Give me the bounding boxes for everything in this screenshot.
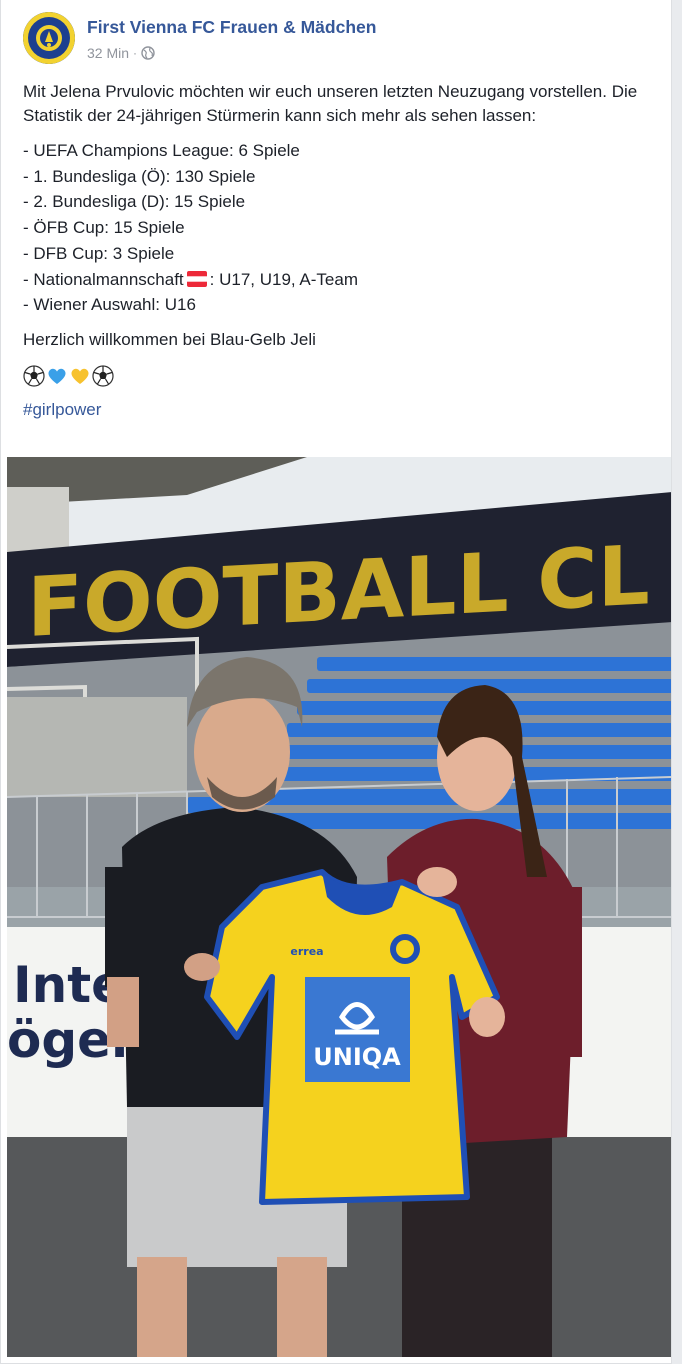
page-name-link[interactable]: First Vienna FC Frauen & Mädchen: [87, 17, 376, 38]
yellow-heart-icon: [71, 368, 89, 384]
globe-icon[interactable]: [141, 46, 155, 60]
page-avatar[interactable]: [23, 12, 75, 64]
post-photo[interactable]: FOOTBALL CL UNIQA errea: [7, 457, 671, 1357]
blue-heart-icon: [48, 368, 66, 384]
stat-line: - UEFA Champions League: 6 Spiele: [23, 141, 300, 160]
meta-separator: ·: [133, 46, 138, 60]
stat-line: - ÖFB Cup: 15 Spiele: [23, 218, 185, 238]
post-body: Mit Jelena Prvulovic möchten wir euch un…: [23, 80, 653, 422]
post-intro-text: Mit Jelena Prvulovic möchten wir euch un…: [23, 82, 638, 125]
national-suffix: : U17, U19, A-Team: [209, 269, 358, 289]
stat-line: - 2. Bundesliga (D): 15 Spiele: [23, 192, 246, 212]
stats-list: - UEFA Champions League: 6 Spiele - 1. B…: [23, 138, 653, 318]
stat-line: - DFB Cup: 3 Spiele: [23, 243, 175, 263]
national-prefix: - Nationalmannschaft: [23, 269, 184, 289]
welcome-text: Herzlich willkommen bei Blau-Gelb Jeli: [23, 329, 316, 349]
facebook-post: First Vienna FC Frauen & Mädchen 32 Min …: [0, 0, 672, 1364]
soccer-ball-icon: [92, 365, 114, 387]
austria-flag-icon: [186, 270, 207, 287]
post-meta: 32 Min ·: [87, 45, 155, 61]
club-logo-icon: [23, 12, 75, 64]
hashtag-link[interactable]: #girlpower: [23, 398, 653, 422]
stat-line: - 1. Bundesliga (Ö): 130 Spiele: [23, 166, 256, 186]
jersey-brand-text: errea: [290, 945, 323, 958]
emoji-row: [23, 364, 653, 388]
jersey-sponsor-text: UNIQA: [313, 1043, 401, 1071]
soccer-ball-icon: [23, 365, 45, 387]
stat-line: - Wiener Auswahl: U16: [23, 295, 196, 315]
stat-line-national: - Nationalmannschaft : U17, U19, A-Team: [23, 267, 653, 293]
post-timestamp[interactable]: 32 Min: [87, 45, 129, 61]
post-header: First Vienna FC Frauen & Mädchen 32 Min …: [11, 10, 661, 66]
